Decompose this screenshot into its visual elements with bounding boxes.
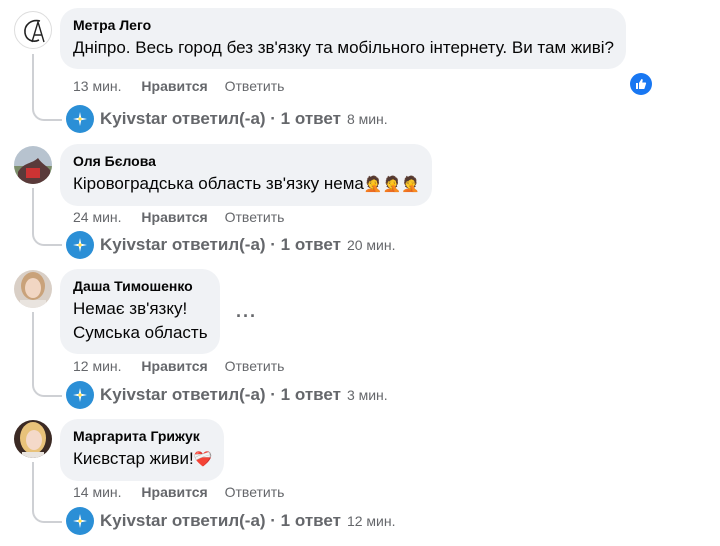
reply-summary[interactable]: Kyivstar ответил(-а) · 1 ответ 20 мин. xyxy=(66,230,395,260)
comment-bubble: Оля Бєлова Кіровоградська область зв'язк… xyxy=(60,144,432,206)
facepalm-emoji: 🤦🤦🤦 xyxy=(363,176,420,193)
thread-line xyxy=(32,312,34,381)
comment-text-line: Немає зв'язку! xyxy=(73,299,188,318)
thread-connector xyxy=(32,381,62,397)
reply-button[interactable]: Ответить xyxy=(225,209,285,225)
thumbs-up-icon xyxy=(630,73,652,95)
avatar-photo-icon xyxy=(14,420,52,458)
avatar-photo-icon xyxy=(14,146,52,184)
like-button[interactable]: Нравится xyxy=(141,78,207,94)
reply-summary[interactable]: Kyivstar ответил(-а) · 1 ответ 8 мин. xyxy=(66,104,388,134)
reply-summary-label[interactable]: Kyivstar ответил(-а) · 1 ответ xyxy=(100,385,341,405)
reply-summary-label[interactable]: Kyivstar ответил(-а) · 1 ответ xyxy=(100,235,341,255)
reply-summary[interactable]: Kyivstar ответил(-а) · 1 ответ 3 мин. xyxy=(66,380,388,410)
thread-connector xyxy=(32,230,62,246)
like-button[interactable]: Нравится xyxy=(141,358,207,374)
avatar[interactable] xyxy=(14,11,52,49)
avatar[interactable] xyxy=(14,420,52,458)
comment-actions: 13 мин. Нравится Ответить xyxy=(73,78,297,94)
comment-bubble: Даша Тимошенко Немає зв'язку! Сумська об… xyxy=(60,269,220,354)
reply-button[interactable]: Ответить xyxy=(225,358,285,374)
reply-time: 8 мин. xyxy=(346,111,388,127)
thread-line xyxy=(32,188,34,230)
comment-time[interactable]: 14 мин. xyxy=(73,484,122,500)
comment-author[interactable]: Даша Тимошенко xyxy=(73,277,208,295)
reply-time: 12 мин. xyxy=(346,513,396,529)
reply-summary-label[interactable]: Kyivstar ответил(-а) · 1 ответ xyxy=(100,511,341,531)
thread-connector xyxy=(32,507,62,523)
comment-author[interactable]: Маргарита Грижук xyxy=(73,427,212,445)
monogram-logo-icon xyxy=(24,19,45,43)
avatar[interactable] xyxy=(14,270,52,308)
thread-connector xyxy=(32,105,62,121)
comment-text: Кіровоградська область зв'язку нема🤦🤦🤦 xyxy=(73,172,420,197)
comment-author[interactable]: Оля Бєлова xyxy=(73,152,420,170)
avatar[interactable] xyxy=(14,146,52,184)
comment-text-line: Сумська область xyxy=(73,323,208,342)
comment-text-line: Кіровоградська область зв'язку нема xyxy=(73,174,364,193)
comment-time[interactable]: 12 мин. xyxy=(73,358,122,374)
reply-time: 20 мин. xyxy=(346,237,396,253)
comment-text: Дніпро. Весь город без зв'язку та мобіль… xyxy=(73,38,615,57)
comment-author[interactable]: Метра Лего xyxy=(73,16,614,34)
reply-button[interactable]: Ответить xyxy=(225,78,285,94)
comment-bubble: Маргарита Грижук Києвстар живи!❤️‍🩹 xyxy=(60,419,225,481)
comment-text-line: Києвстар живи! xyxy=(73,449,194,468)
kyivstar-logo-icon xyxy=(66,507,94,535)
comment-actions: 12 мин. Нравится Ответить xyxy=(73,358,297,374)
reply-button[interactable]: Ответить xyxy=(225,484,285,500)
mending-heart-emoji: ❤️‍🩹 xyxy=(193,451,213,468)
avatar-photo-icon xyxy=(14,270,52,308)
comment-bubble: Метра Лего Дніпро. Весь город без зв'язк… xyxy=(60,8,627,69)
comment-time[interactable]: 13 мин. xyxy=(73,78,122,94)
comment-time[interactable]: 24 мин. xyxy=(73,209,122,225)
reply-summary[interactable]: Kyivstar ответил(-а) · 1 ответ 12 мин. xyxy=(66,506,395,536)
reply-summary-label[interactable]: Kyivstar ответил(-а) · 1 ответ xyxy=(100,109,341,129)
reply-time: 3 мин. xyxy=(346,387,388,403)
like-button[interactable]: Нравится xyxy=(141,484,207,500)
kyivstar-logo-icon xyxy=(66,381,94,409)
comment-text: Києвстар живи!❤️‍🩹 xyxy=(73,447,212,472)
like-button[interactable]: Нравится xyxy=(141,209,207,225)
comment-actions: 24 мин. Нравится Ответить xyxy=(73,209,297,225)
comment-actions: 14 мин. Нравится Ответить xyxy=(73,484,297,500)
more-options-icon[interactable]: ··· xyxy=(236,306,257,327)
kyivstar-logo-icon xyxy=(66,105,94,133)
thread-line xyxy=(32,462,34,507)
thread-line xyxy=(32,54,34,105)
kyivstar-logo-icon xyxy=(66,231,94,259)
